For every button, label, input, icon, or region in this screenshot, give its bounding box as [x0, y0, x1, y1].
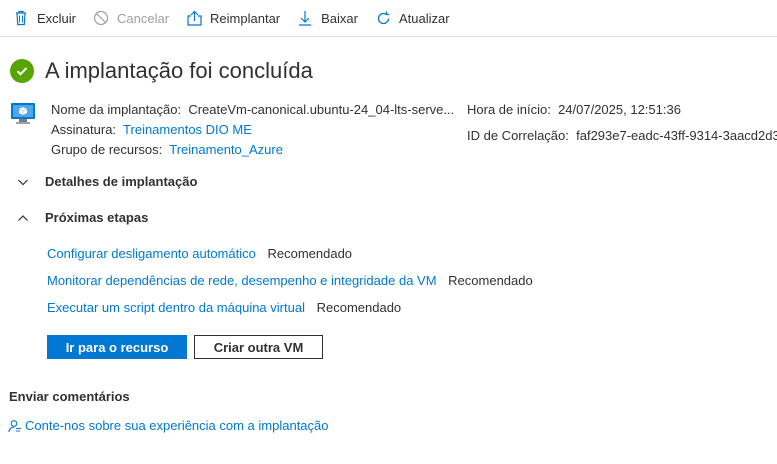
- refresh-button[interactable]: Atualizar: [374, 0, 450, 37]
- feedback-link[interactable]: Conte-nos sobre sua experiência com a im…: [8, 418, 329, 433]
- delete-label: Excluir: [37, 10, 77, 26]
- cancel-icon: [92, 9, 110, 27]
- cancel-button[interactable]: Cancelar: [92, 0, 169, 37]
- start-time-value: 24/07/2025, 12:51:36: [558, 102, 681, 117]
- next-steps-toggle[interactable]: Próximas etapas: [16, 210, 148, 225]
- upload-icon: [185, 9, 203, 27]
- virtual-machine-icon: [10, 102, 36, 126]
- download-label: Baixar: [321, 10, 358, 26]
- resource-group-label: Grupo de recursos:: [51, 142, 163, 157]
- correlation-label: ID de Correlação:: [467, 128, 569, 143]
- deployment-name-label: Nome da implantação:: [51, 102, 182, 117]
- feedback-person-icon: [8, 419, 22, 433]
- recommended-tag: Recomendado: [267, 246, 353, 261]
- cancel-label: Cancelar: [117, 10, 170, 26]
- go-to-resource-button[interactable]: Ir para o recurso: [47, 335, 187, 359]
- deployment-details-toggle[interactable]: Detalhes de implantação: [16, 174, 197, 189]
- delete-button[interactable]: Excluir: [12, 0, 76, 37]
- next-step-item: Configurar desligamento automático Recom…: [47, 246, 352, 261]
- command-bar: Excluir Cancelar Reimplantar Baixar Atua…: [0, 0, 777, 37]
- success-check-icon: [10, 59, 34, 83]
- deployment-name-value: CreateVm-canonical.ubuntu-24_04-lts-serv…: [188, 102, 455, 117]
- resource-group-row: Grupo de recursos: Treinamento_Azure: [51, 140, 454, 160]
- monitor-dependencies-link[interactable]: Monitorar dependências de rede, desempen…: [47, 273, 437, 288]
- redeploy-label: Reimplantar: [210, 10, 281, 26]
- subscription-link[interactable]: Treinamentos DIO ME: [123, 122, 252, 137]
- auto-shutdown-link[interactable]: Configurar desligamento automático: [47, 246, 256, 261]
- run-script-link[interactable]: Executar um script dentro da máquina vir…: [47, 300, 305, 315]
- redeploy-button[interactable]: Reimplantar: [185, 0, 280, 37]
- start-time-row: Hora de início: 24/07/2025, 12:51:36: [467, 100, 777, 120]
- deployment-info: Nome da implantação: CreateVm-canonical.…: [51, 100, 454, 160]
- next-step-item: Executar um script dentro da máquina vir…: [47, 300, 401, 315]
- chevron-down-icon: [16, 175, 30, 189]
- refresh-label: Atualizar: [399, 10, 450, 26]
- chevron-up-icon: [16, 211, 30, 225]
- subscription-row: Assinatura: Treinamentos DIO ME: [51, 120, 454, 140]
- correlation-value: faf293e7-eadc-43ff-9314-3aacd2d3: [576, 128, 777, 143]
- deployment-name-row: Nome da implantação: CreateVm-canonical.…: [51, 100, 454, 120]
- trash-icon: [12, 9, 30, 27]
- create-another-vm-button[interactable]: Criar outra VM: [194, 335, 323, 359]
- refresh-icon: [374, 9, 392, 27]
- resource-group-link[interactable]: Treinamento_Azure: [169, 142, 283, 157]
- next-step-item: Monitorar dependências de rede, desempen…: [47, 273, 533, 288]
- deployment-status-header: A implantação foi concluída: [10, 58, 313, 84]
- recommended-tag: Recomendado: [448, 273, 533, 288]
- recommended-tag: Recomendado: [316, 300, 402, 315]
- download-button[interactable]: Baixar: [296, 0, 358, 37]
- correlation-row: ID de Correlação: faf293e7-eadc-43ff-931…: [467, 126, 777, 146]
- deployment-info-right: Hora de início: 24/07/2025, 12:51:36 ID …: [467, 100, 777, 146]
- deployment-details-label: Detalhes de implantação: [45, 174, 198, 189]
- feedback-link-label: Conte-nos sobre sua experiência com a im…: [25, 418, 329, 433]
- feedback-title: Enviar comentários: [9, 389, 130, 404]
- download-icon: [296, 9, 314, 27]
- next-steps-label: Próximas etapas: [45, 210, 149, 225]
- page-title: A implantação foi concluída: [45, 58, 313, 83]
- start-time-label: Hora de início:: [467, 102, 551, 117]
- subscription-label: Assinatura:: [51, 122, 117, 137]
